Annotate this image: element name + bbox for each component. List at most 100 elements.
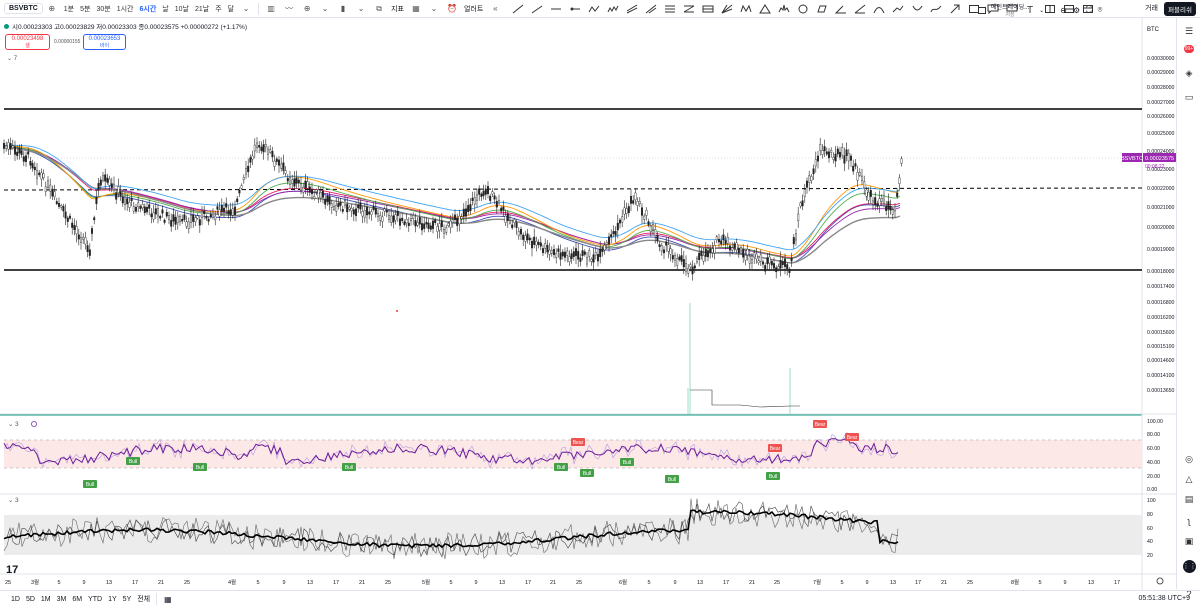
fullscreen-icon[interactable]: ⛶	[1086, 5, 1092, 15]
candle-body	[128, 202, 131, 208]
wave-icon[interactable]	[606, 3, 620, 15]
range-6m[interactable]: 6M	[72, 596, 82, 603]
layout-selector[interactable]: 메인트레이딩... 저장 ⌄ ⊖ ⚙ ⛶ ⌾	[978, 2, 1102, 18]
midline-dashed[interactable]	[3, 187, 1143, 191]
range-5y[interactable]: 5Y	[123, 596, 132, 603]
layers-icon[interactable]: ◈	[1182, 66, 1196, 80]
layout-save-status: 저장	[1005, 12, 1015, 18]
circle-pattern-icon[interactable]	[796, 3, 810, 15]
zoom-icon[interactable]: ⊖	[1060, 6, 1067, 15]
clock[interactable]: 05:51:38 UTC+9	[1138, 595, 1190, 602]
candle-body	[799, 202, 802, 207]
horizontal-line-icon[interactable]	[549, 3, 563, 15]
candle-body	[872, 200, 875, 205]
fib-extension-icon[interactable]	[682, 3, 696, 15]
pitchfork-icon[interactable]	[644, 3, 658, 15]
candle-body	[768, 256, 771, 264]
triangle-pattern-icon[interactable]	[758, 3, 772, 15]
chevron-down-icon[interactable]: ⌄	[319, 3, 331, 15]
candle-body	[845, 149, 848, 156]
candle-type-icon[interactable]: ▥	[265, 3, 277, 15]
rsi-collapse[interactable]: ⌄	[8, 421, 13, 428]
range-3m[interactable]: 3M	[57, 596, 67, 603]
apps-grid-icon[interactable]: ⋮⋮	[1182, 559, 1197, 573]
head-shoulders-icon[interactable]	[777, 3, 791, 15]
fib-channel-icon[interactable]	[701, 3, 715, 15]
axis-settings-icon[interactable]	[1156, 577, 1164, 585]
range-1m[interactable]: 1M	[41, 596, 51, 603]
ideas-icon[interactable]: ▤	[1182, 492, 1196, 506]
settings-icon[interactable]: ⚙	[1073, 6, 1080, 15]
streams-icon[interactable]: ʅ	[1182, 514, 1196, 528]
symbol-search[interactable]: BSVBTC	[4, 3, 43, 14]
tf-week[interactable]: 주	[215, 4, 221, 14]
tf-month[interactable]: 달	[228, 4, 234, 14]
line-chart-icon[interactable]: 〰	[283, 3, 295, 15]
tf-30m[interactable]: 30분	[96, 4, 110, 14]
chat-icon[interactable]: ▭	[1182, 90, 1196, 104]
range-5d[interactable]: 5D	[26, 596, 35, 603]
templates-icon[interactable]: ▦	[410, 3, 422, 15]
brush-icon[interactable]	[929, 3, 943, 15]
tradingview-logo-icon[interactable]: 17	[6, 564, 18, 576]
calendar-icon[interactable]: △	[1182, 472, 1196, 486]
publish-button[interactable]: 퍼블리쉬	[1164, 2, 1196, 16]
tf-1h[interactable]: 1시간	[117, 4, 134, 14]
angle-icon[interactable]	[834, 3, 848, 15]
candle-body	[207, 218, 210, 222]
alert-icon[interactable]: ⏰	[446, 3, 458, 15]
xabcd-pattern-icon[interactable]	[739, 3, 753, 15]
range-1y[interactable]: 1Y	[108, 596, 117, 603]
arrow-icon[interactable]	[948, 3, 962, 15]
price-axis[interactable]: BTC 0.00030000 0.00029000 0.00028000 0.00027…	[1147, 27, 1175, 394]
cycle-lines-icon[interactable]	[853, 3, 867, 15]
indicators-button[interactable]: 지표	[391, 4, 404, 14]
chevron-down-icon[interactable]: ⌄	[355, 3, 367, 15]
rsi-settings-icon[interactable]	[31, 421, 37, 427]
time-cycles-icon[interactable]	[872, 3, 886, 15]
time-axis[interactable]: 25 3월 5 9 13 17 21 25 4월 5 9 13 17 21 25 5월 5 9 13 17 21 25 6월…	[5, 578, 1120, 586]
tf-5m[interactable]: 5분	[80, 4, 90, 14]
date-range-picker-icon[interactable]: ▦	[164, 595, 172, 604]
alerts-icon[interactable]: 99+	[1182, 42, 1196, 56]
long-position-icon[interactable]	[910, 3, 924, 15]
tf-1d[interactable]: 날	[162, 4, 168, 14]
tf-10d[interactable]: 10날	[175, 4, 189, 14]
candlestick-icon[interactable]: ▮	[337, 3, 349, 15]
forecast-icon[interactable]	[891, 3, 905, 15]
candle-body	[568, 256, 571, 263]
watchlist-icon[interactable]: ☰	[1182, 24, 1196, 38]
range-1d[interactable]: 1D	[11, 596, 20, 603]
tf-6h[interactable]: 6시간	[139, 4, 156, 14]
candle-body	[572, 251, 575, 257]
timeframe-dropdown-icon[interactable]: ⌄	[240, 3, 252, 15]
candle-body	[467, 205, 470, 212]
ray-icon[interactable]	[530, 3, 544, 15]
range-ytd[interactable]: YTD	[88, 596, 102, 603]
tf-21d[interactable]: 21날	[195, 4, 209, 14]
indicators-icon[interactable]: ⧉	[373, 3, 385, 15]
notifications-icon[interactable]: ▣	[1182, 534, 1196, 548]
range-all[interactable]: 전체	[137, 594, 150, 604]
candle-body	[73, 225, 76, 230]
zigzag-icon[interactable]	[587, 3, 601, 15]
tf-1m[interactable]: 1분	[64, 4, 74, 14]
add-symbol-icon[interactable]: ⊕	[46, 3, 58, 15]
gann-fan-icon[interactable]	[720, 3, 734, 15]
chevron-down-icon[interactable]: ⌄	[428, 3, 440, 15]
alert-button[interactable]: 얼러트	[464, 4, 483, 14]
compare-icon[interactable]: ⊕	[301, 3, 313, 15]
trendline-icon[interactable]	[511, 3, 525, 15]
candle-body	[454, 214, 457, 220]
trade-button[interactable]: 거래	[1145, 3, 1158, 13]
replay-icon[interactable]: «	[489, 3, 501, 15]
parallel-channel-icon[interactable]	[625, 3, 639, 15]
rotated-rect-icon[interactable]	[815, 3, 829, 15]
hotlist-icon[interactable]: ◎	[1182, 452, 1196, 466]
stoch-collapse[interactable]: ⌄	[8, 497, 13, 504]
camera-icon[interactable]: ⌾	[1098, 5, 1103, 15]
candle-body	[236, 198, 239, 202]
fib-retracement-icon[interactable]	[663, 3, 677, 15]
horizontal-ray-icon[interactable]	[568, 3, 582, 15]
chart-canvas[interactable]: Bull Bull Bull Bull Bull Bull Bull Bull Bull Bear…	[0, 18, 1176, 590]
